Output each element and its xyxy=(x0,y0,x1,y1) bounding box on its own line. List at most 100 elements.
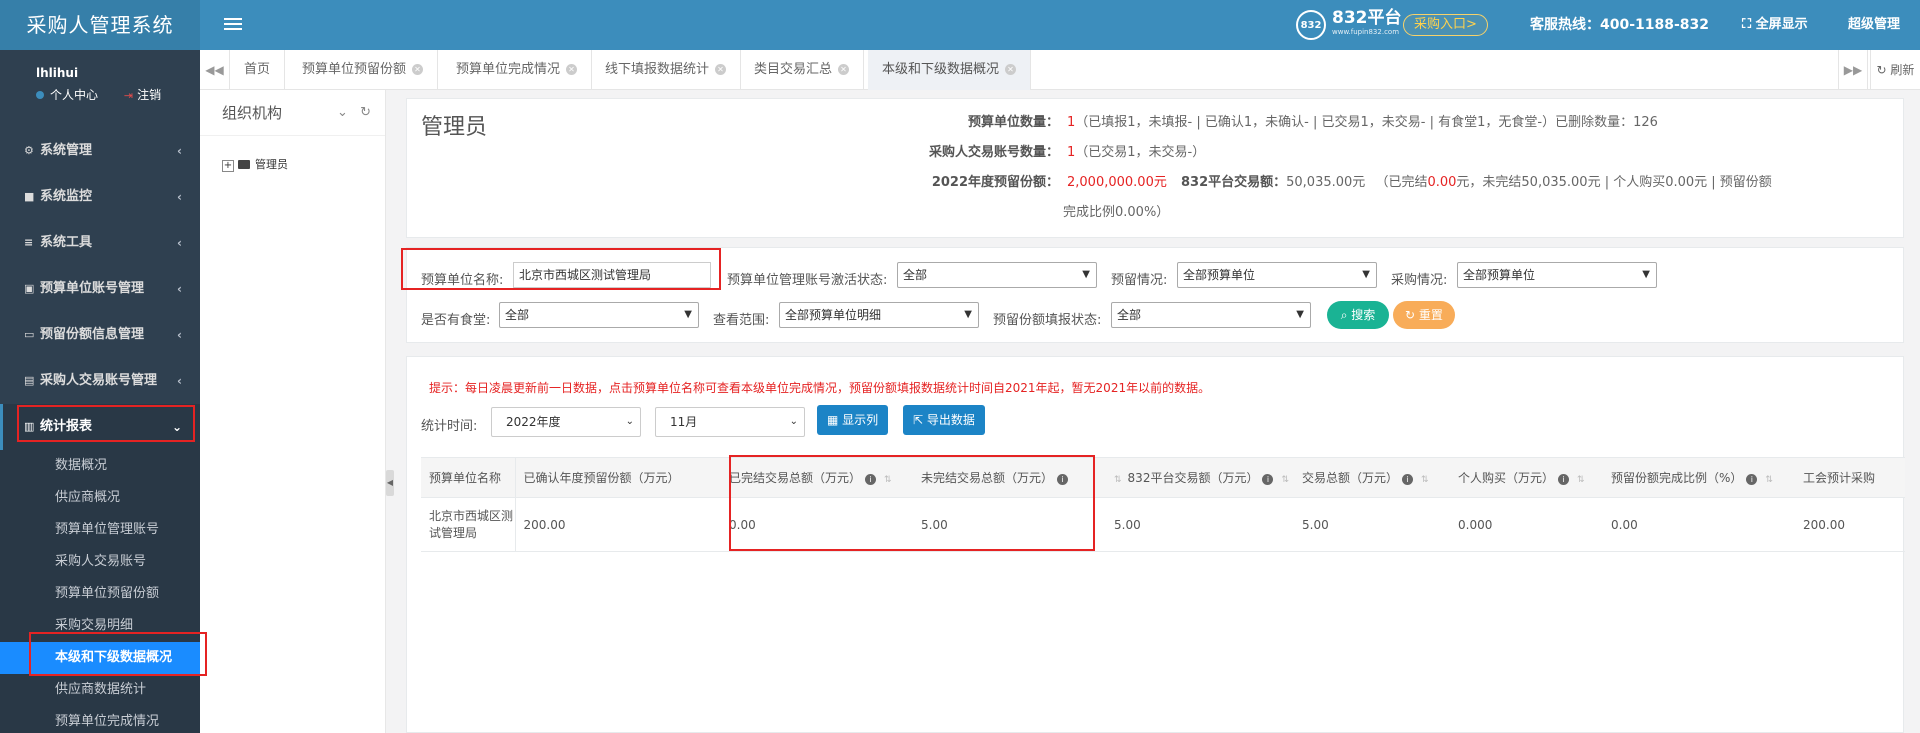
sort-icon[interactable]: ⇅ xyxy=(884,475,892,485)
chevron-down-icon: ▼ xyxy=(964,309,972,320)
export-label: 导出数据 xyxy=(926,413,975,427)
info-icon[interactable]: i xyxy=(1402,474,1414,485)
column-header-label: 交易总额（万元） xyxy=(1302,471,1399,485)
chevron-down-icon[interactable]: ⌄ xyxy=(337,105,348,120)
logout-link[interactable]: ⇥ 注销 xyxy=(124,88,161,102)
column-header[interactable]: 工会预计采购 xyxy=(1795,457,1905,498)
sort-icon[interactable]: ⇅ xyxy=(1577,475,1585,485)
sidebar-item-label: 采购人交易账号管理 xyxy=(40,373,158,388)
scope-select[interactable]: 全部预算单位明细 ▼ xyxy=(779,302,979,328)
tab-home[interactable]: 首页 xyxy=(230,50,286,90)
sort-icon[interactable]: ⇅ xyxy=(1281,475,1289,485)
summary-card: 管理员 预算单位数量： 1（已填报1，未填报- | 已确认1，未确认- | 已交易… xyxy=(406,98,1904,238)
close-icon[interactable]: ✕ xyxy=(412,64,424,75)
column-header-label: 已确认年度预留份额（万元） xyxy=(523,471,680,485)
user-name: lhlihui xyxy=(36,66,79,80)
sidebar-item-monitor[interactable]: ■ 系统监控 ‹ xyxy=(0,174,200,220)
sidebar-item-reserve-info[interactable]: ▭ 预留份额信息管理 ‹ xyxy=(0,312,200,358)
org-panel-title: 组织机构 xyxy=(222,104,283,122)
sub-item-trade-account[interactable]: 采购人交易账号 xyxy=(0,546,200,578)
unit-name-input[interactable]: 北京市西城区测试管理局 xyxy=(513,262,711,288)
column-header[interactable]: 预算单位名称 xyxy=(421,457,516,498)
chevron-down-icon: ⌄ xyxy=(171,420,182,434)
export-icon: ⇱ xyxy=(913,413,927,427)
sort-icon[interactable]: ⇅ xyxy=(1421,475,1429,485)
tree-node-root[interactable]: + 管理员 xyxy=(222,156,288,172)
table-row: 北京市西城区测试管理局 200.00 0.00 5.00 5.00 5.00 0… xyxy=(421,497,1905,552)
close-icon[interactable]: ✕ xyxy=(715,64,727,75)
fill-status-select[interactable]: 全部 ▼ xyxy=(1111,302,1311,328)
tab-budget-completion[interactable]: 预算单位完成情况 ✕ xyxy=(442,50,593,90)
sort-icon[interactable]: ⇅ xyxy=(1114,475,1122,485)
close-icon[interactable]: ✕ xyxy=(1005,64,1017,75)
expand-plus-icon[interactable]: + xyxy=(222,160,234,172)
unit-name-cell[interactable]: 北京市西城区测试管理局 xyxy=(421,497,516,552)
year-select[interactable]: 2022年度 ⌄ xyxy=(491,407,641,437)
chevron-down-icon: ▼ xyxy=(1642,269,1650,280)
summary-label: 2022年度预留份额： xyxy=(931,175,1059,190)
refresh-button[interactable]: ↻ 刷新 xyxy=(1870,50,1920,90)
chevron-down-icon: ▼ xyxy=(684,309,692,320)
canteen-select[interactable]: 全部 ▼ xyxy=(499,302,699,328)
platform-done-value: 0.00 xyxy=(1427,175,1457,190)
purchase-entry-button[interactable]: 采购入口> xyxy=(1403,14,1488,36)
sub-item-supplier-stats[interactable]: 供应商数据统计 xyxy=(0,674,200,706)
personal-center-link[interactable]: 个人中心 xyxy=(36,88,98,102)
info-icon[interactable]: i xyxy=(1558,474,1570,485)
platform-logo[interactable]: 832 832平台 www.fupin832.com xyxy=(1296,9,1402,41)
column-header[interactable]: 交易总额（万元） i ⇅ xyxy=(1294,457,1450,498)
sidebar-item-tools[interactable]: ≡ 系统工具 ‹ xyxy=(0,220,200,266)
column-header[interactable]: 个人购买（万元） i ⇅ xyxy=(1450,457,1603,498)
card-icon: ▭ xyxy=(24,328,35,341)
sidebar-item-system[interactable]: ⚙ 系统管理 ‹ xyxy=(0,128,200,174)
sidebar-item-reports[interactable]: ▥ 统计报表 ⌄ xyxy=(0,404,200,450)
tab-budget-reserve[interactable]: 预算单位预留份额 ✕ xyxy=(288,50,439,90)
sub-item-data-overview[interactable]: 数据概况 xyxy=(0,450,200,482)
column-header[interactable]: 已完结交易总额（万元） i ⇅ xyxy=(721,457,913,498)
info-icon[interactable]: i xyxy=(865,474,877,485)
column-header[interactable]: ⇅ 832平台交易额（万元） i ⇅ xyxy=(1106,457,1294,498)
admin-menu[interactable]: 超级管理 xyxy=(1848,0,1900,50)
sub-item-supplier-overview[interactable]: 供应商概况 xyxy=(0,482,200,514)
purchase-select[interactable]: 全部预算单位 ▼ xyxy=(1457,262,1657,288)
sort-icon[interactable]: ⇅ xyxy=(1765,475,1773,485)
column-header[interactable]: 已确认年度预留份额（万元） xyxy=(515,457,721,498)
sub-item-level-overview[interactable]: 本级和下级数据概况 xyxy=(0,642,200,674)
sub-item-budget-mgmt-account[interactable]: 预算单位管理账号 xyxy=(0,514,200,546)
canteen-label: 是否有食堂: xyxy=(421,313,491,328)
chevron-down-icon: ▼ xyxy=(1362,269,1370,280)
fullscreen-label: 全屏显示 xyxy=(1755,17,1808,32)
sidebar-item-budget-account[interactable]: ▣ 预算单位账号管理 ‹ xyxy=(0,266,200,312)
info-icon[interactable]: i xyxy=(1746,474,1758,485)
panel-collapse-handle[interactable]: ◀ xyxy=(386,470,394,496)
tabs-scroll-left-icon[interactable]: ◀◀ xyxy=(200,50,230,90)
search-button[interactable]: ⌕ 搜索 xyxy=(1327,301,1389,329)
chevron-down-icon: ⌄ xyxy=(789,416,798,427)
month-select[interactable]: 11月 ⌄ xyxy=(655,407,805,437)
close-icon[interactable]: ✕ xyxy=(566,64,578,75)
fullscreen-button[interactable]: ⛶ 全屏显示 xyxy=(1742,0,1808,50)
search-icon: ⌕ xyxy=(1340,308,1352,322)
reset-button[interactable]: ↻ 重置 xyxy=(1393,301,1455,329)
info-icon[interactable]: i xyxy=(1262,474,1274,485)
tab-offline-stats[interactable]: 线下填报数据统计 ✕ xyxy=(591,50,742,90)
menu-toggle-icon[interactable] xyxy=(224,15,242,35)
info-icon[interactable]: i xyxy=(1057,474,1069,485)
export-button[interactable]: ⇱ 导出数据 xyxy=(903,405,985,435)
platform-label: 832平台交易额： xyxy=(1180,175,1287,190)
tabs-scroll-right-icon[interactable]: ▶▶ xyxy=(1838,50,1868,90)
reserve-select[interactable]: 全部预算单位 ▼ xyxy=(1177,262,1377,288)
sub-item-budget-completion[interactable]: 预算单位完成情况 xyxy=(0,706,200,733)
sub-item-budget-reserve[interactable]: 预算单位预留份额 xyxy=(0,578,200,610)
sidebar-item-trade-account[interactable]: ▤ 采购人交易账号管理 ‹ xyxy=(0,358,200,404)
tab-level-overview[interactable]: 本级和下级数据概况 ✕ xyxy=(868,50,1032,90)
column-header[interactable]: 未完结交易总额（万元） i xyxy=(913,457,1106,498)
data-card: 提示：每日凌晨更新前一日数据，点击预算单位名称可查看本级单位完成情况，预留份额填… xyxy=(406,356,1905,733)
activation-select[interactable]: 全部 ▼ xyxy=(897,262,1097,288)
refresh-icon[interactable]: ↻ xyxy=(360,105,371,120)
show-columns-button[interactable]: ▦ 显示列 xyxy=(817,405,889,435)
sub-item-trade-detail[interactable]: 采购交易明细 xyxy=(0,610,200,642)
tab-category-summary[interactable]: 类目交易汇总 ✕ xyxy=(740,50,865,90)
column-header[interactable]: 预留份额完成比例（%） i ⇅ xyxy=(1603,457,1795,498)
close-icon[interactable]: ✕ xyxy=(838,64,850,75)
